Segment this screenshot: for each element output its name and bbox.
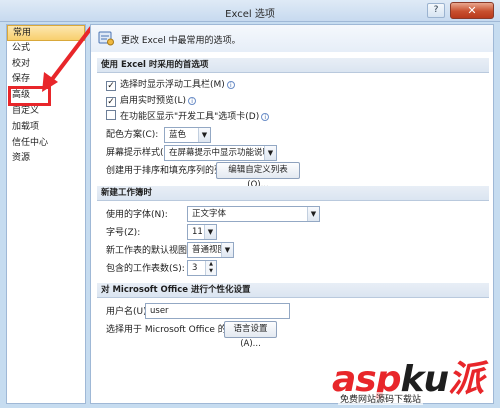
chevron-down-icon: ▼ xyxy=(198,128,210,142)
annotation-arrow-icon xyxy=(42,26,93,92)
font-size-select[interactable]: 11 ▼ xyxy=(187,224,217,240)
live-preview-label: 启用实时预览(L) xyxy=(120,96,187,106)
banner-text: 更改 Excel 中最常用的选项。 xyxy=(121,36,241,46)
chevron-down-icon: ▼ xyxy=(204,225,216,239)
chevron-down-icon: ▼ xyxy=(307,207,319,221)
section-personalize-title: 对 Microsoft Office 进行个性化设置 xyxy=(97,283,489,298)
sheet-count-label: 包含的工作表数(S): xyxy=(106,264,185,274)
username-input[interactable]: user xyxy=(145,303,290,319)
developer-tab-checkbox[interactable] xyxy=(106,110,116,120)
font-value: 正文字体 xyxy=(192,209,227,219)
sheet-count-value: 3 xyxy=(192,263,198,273)
chevron-down-icon: ▼ xyxy=(221,243,233,257)
show-minitoolbar-label: 选择时显示浮动工具栏(M) xyxy=(120,80,225,90)
default-view-select[interactable]: 普通视图 ▼ xyxy=(187,242,234,258)
color-scheme-select[interactable]: 蓝色 ▼ xyxy=(164,127,211,143)
show-minitoolbar-checkbox[interactable]: ✓ xyxy=(106,81,116,91)
site-watermark-logo: aspku派 免费网站源码下载站 xyxy=(332,350,500,408)
sheet-count-spinner[interactable]: 3 ▲ ▼ xyxy=(187,260,217,276)
show-minitoolbar-option[interactable]: ✓ 选择时显示浮动工具栏(M) i xyxy=(106,77,235,93)
language-settings-button[interactable]: 语言设置(A)... xyxy=(224,321,277,349)
username-label: 用户名(U): xyxy=(106,307,150,317)
section-new-workbook-title: 新建工作簿时 xyxy=(97,186,489,201)
section-preferences-title: 使用 Excel 时采用的首选项 xyxy=(97,58,489,73)
font-label: 使用的字体(N): xyxy=(106,210,168,220)
sidebar-item-trust-center[interactable]: 信任中心 xyxy=(7,136,85,152)
screentip-style-select[interactable]: 在屏幕提示中显示功能说明 ▼ xyxy=(164,145,277,161)
title-bar: Excel 选项 ? ✕ xyxy=(0,0,500,22)
live-preview-option[interactable]: ✓ 启用实时预览(L) i xyxy=(106,93,197,109)
font-size-label: 字号(Z): xyxy=(106,228,141,238)
sidebar-item-customize[interactable]: 自定义 xyxy=(7,104,85,120)
edit-custom-lists-button[interactable]: 编辑自定义列表(O)... xyxy=(216,162,300,190)
font-size-value: 11 xyxy=(192,227,203,237)
screentip-style-value: 在屏幕提示中显示功能说明 xyxy=(169,148,272,158)
sidebar-item-addins[interactable]: 加载项 xyxy=(7,120,85,136)
watermark-subtitle: 免费网站源码下载站 xyxy=(338,392,424,405)
options-main-panel: 更改 Excel 中最常用的选项。 使用 Excel 时采用的首选项 ✓ 选择时显… xyxy=(90,24,494,404)
info-icon: i xyxy=(261,113,270,121)
help-button[interactable]: ? xyxy=(427,3,445,18)
developer-tab-option[interactable]: 在功能区显示"开发工具"选项卡(D) i xyxy=(106,109,270,125)
watermark-brand-c: 派 xyxy=(448,359,484,400)
window-title: Excel 选项 xyxy=(225,9,275,20)
font-select[interactable]: 正文字体 ▼ xyxy=(187,206,320,222)
info-icon: i xyxy=(226,81,235,89)
info-icon: i xyxy=(188,97,197,105)
color-scheme-label: 配色方案(C): xyxy=(106,130,159,140)
sidebar-item-resources[interactable]: 资源 xyxy=(7,151,85,167)
banner: 更改 Excel 中最常用的选项。 xyxy=(91,25,493,52)
developer-tab-label: 在功能区显示"开发工具"选项卡(D) xyxy=(120,112,260,122)
chevron-down-icon: ▼ xyxy=(264,146,276,160)
options-general-icon xyxy=(98,31,114,46)
live-preview-checkbox[interactable]: ✓ xyxy=(106,97,116,107)
color-scheme-value: 蓝色 xyxy=(169,130,187,140)
spinner-arrows-icon[interactable]: ▲ ▼ xyxy=(205,261,216,275)
close-button[interactable]: ✕ xyxy=(450,2,494,19)
